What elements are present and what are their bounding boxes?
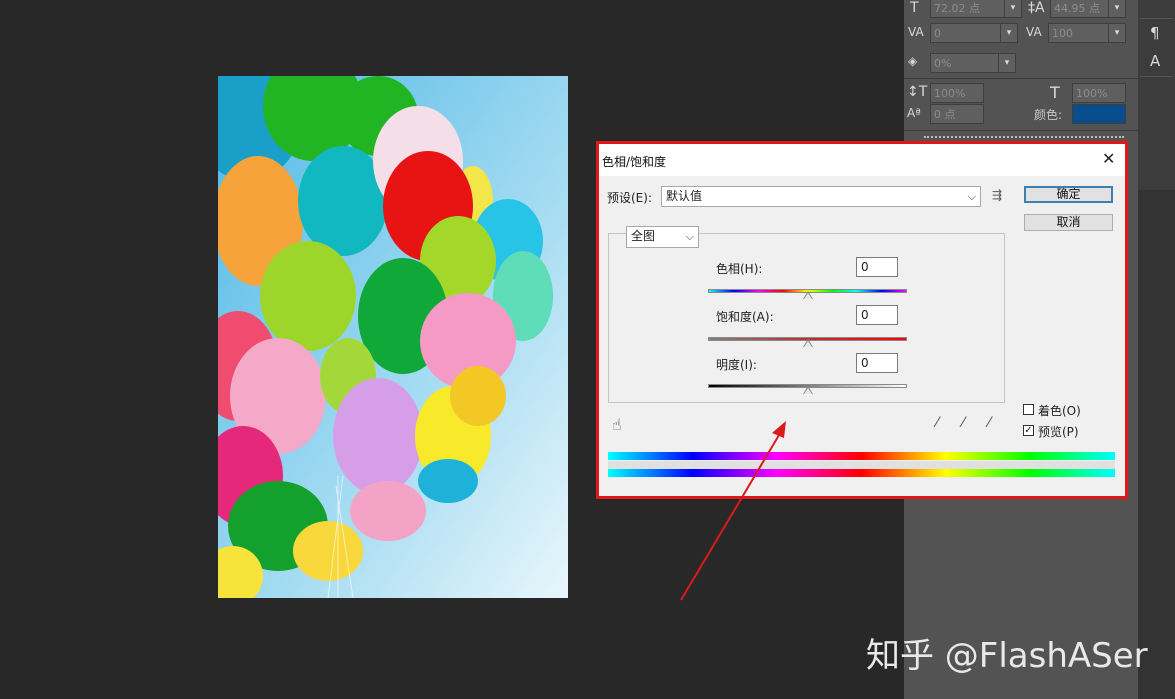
annotation-arrow [680, 421, 786, 601]
watermark: 知乎 @FlashASer [866, 636, 1148, 676]
